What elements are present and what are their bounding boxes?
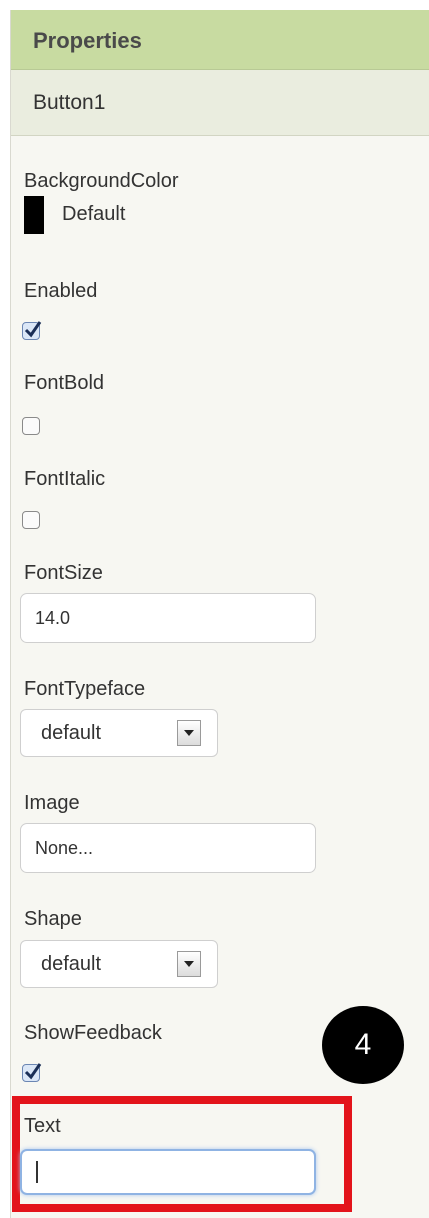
text-caret [36,1161,38,1183]
background-color-swatch[interactable] [24,196,44,234]
checkmark-icon [24,321,42,338]
background-color-value[interactable]: Default [62,203,125,226]
dropdown-arrow-icon[interactable] [177,951,201,977]
text-label: Text [24,1115,61,1137]
shape-select[interactable]: default [20,940,218,988]
font-italic-label: FontItalic [24,468,106,490]
font-size-label: FontSize [24,562,103,584]
shape-label: Shape [24,908,82,930]
checkmark-icon [24,1063,42,1080]
image-picker[interactable]: None... [20,823,316,873]
step-number-badge: 4 [322,1006,404,1084]
properties-header: Properties [11,10,429,70]
enabled-checkbox[interactable] [22,321,42,340]
font-bold-label: FontBold [24,372,105,394]
font-typeface-select[interactable]: default [20,709,218,757]
show-feedback-checkbox[interactable] [22,1063,42,1082]
show-feedback-label: ShowFeedback [24,1022,162,1044]
dropdown-arrow-icon[interactable] [177,720,201,746]
font-typeface-label: FontTypeface [24,678,146,700]
image-label: Image [24,792,80,814]
text-input[interactable] [20,1149,316,1195]
font-italic-checkbox[interactable] [22,511,40,529]
component-name: Button1 [33,91,106,114]
enabled-label: Enabled [24,280,98,302]
font-typeface-value: default [41,722,102,744]
shape-value: default [41,953,102,975]
component-name-bar: Button1 [11,70,429,136]
properties-title: Properties [33,28,142,53]
font-bold-checkbox[interactable] [22,417,40,435]
background-color-label: BackgroundColor [24,170,179,192]
font-size-input[interactable]: 14.0 [20,593,316,643]
